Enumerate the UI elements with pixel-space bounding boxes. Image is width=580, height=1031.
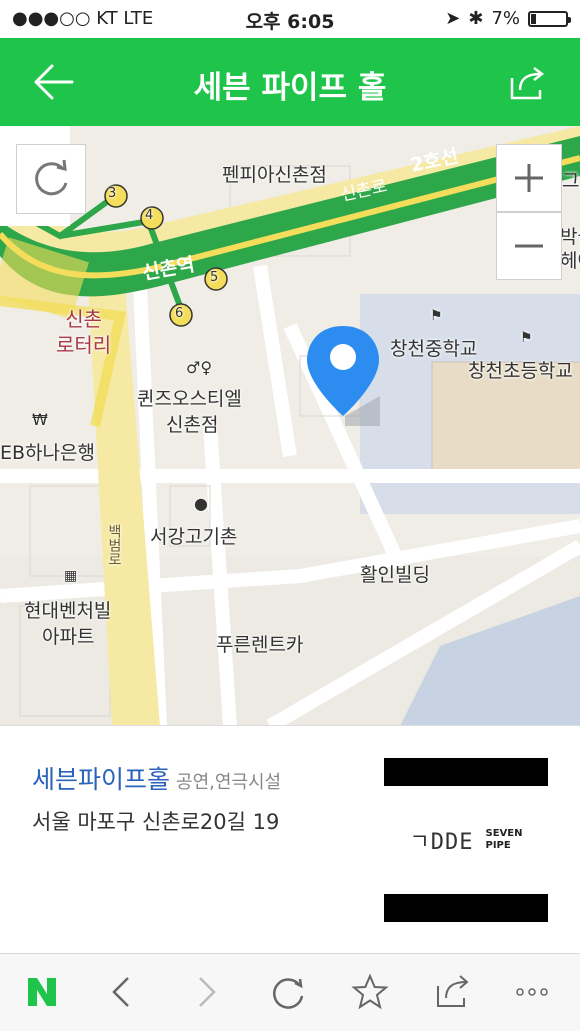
status-right: ➤ ✱ 7% (445, 8, 571, 29)
map-label-edge-2: 박물 (560, 226, 580, 248)
map-label-hwalin: 활인빌딩 (360, 564, 430, 586)
back-icon[interactable] (96, 966, 148, 1018)
location-arrow-icon: ➤ (445, 8, 461, 29)
place-name-line[interactable]: 세븐파이프홀 공연,연극시설 (32, 760, 281, 796)
map-label-hana: EB하나은행 (0, 442, 95, 464)
refresh-icon (35, 159, 68, 196)
map-label-hyundai-apt: 아파트 (42, 626, 95, 648)
map-label-penfia: 펜피아신촌점 (222, 164, 327, 186)
map-label-rotary: 신촌 로터리 (56, 307, 112, 357)
map-label-queens-branch: 신촌점 (166, 414, 219, 436)
map-label-hyundai: 현대벤처빌 (24, 600, 112, 622)
place-name[interactable]: 세븐파이프홀 (32, 765, 170, 794)
reload-icon[interactable] (262, 966, 314, 1018)
refresh-map-button[interactable] (16, 144, 86, 214)
building-icon: ▦ (64, 568, 78, 584)
map-label-seogang: 서강고기촌 (150, 526, 238, 548)
map-label-edge-1: 그 (562, 170, 580, 192)
battery-percent: 7% (491, 8, 520, 29)
exit-5-label: 5 (210, 270, 219, 285)
share-icon[interactable] (502, 60, 552, 104)
exit-3-label: 3 (108, 186, 117, 201)
more-icon[interactable] (506, 966, 558, 1018)
battery-icon (528, 10, 571, 27)
map-label-changcheon-middle: 창천중학교 (390, 338, 478, 360)
app-header: 세븐 파이프 홀 (0, 38, 580, 126)
minus-icon (515, 244, 543, 248)
page-title: 세븐 파이프 홀 (193, 70, 387, 106)
restroom-icon: ♂♀ (186, 358, 213, 377)
place-category: 공연,연극시설 (176, 772, 282, 793)
bluetooth-icon: ✱ (468, 8, 484, 29)
map-label-queens: 퀸즈오스티엘 (137, 388, 242, 410)
bookmark-star-icon[interactable] (344, 966, 396, 1018)
zoom-in-button[interactable] (496, 144, 562, 212)
forward-icon[interactable] (180, 966, 232, 1018)
exit-4-label: 4 (145, 208, 154, 223)
zoom-out-button[interactable] (496, 212, 562, 280)
place-logo: ㄱDDE (409, 830, 474, 855)
status-bar: ●●●○○ KT LTE 오후 6:05 ➤ ✱ 7% (0, 0, 580, 38)
naver-home-icon[interactable] (16, 966, 68, 1018)
school-flag-icon: ⚑ (430, 308, 443, 324)
bottom-toolbar (0, 953, 580, 1031)
restaurant-icon: ● (194, 494, 208, 513)
map-label-pureun: 푸른렌트카 (216, 634, 304, 656)
map-label-edge-3: 헤어 (560, 250, 580, 272)
plus-icon (515, 164, 543, 192)
exit-6-label: 6 (175, 306, 184, 321)
place-thumbnail[interactable]: ㄱDDE SEVEN PIPE (384, 758, 548, 922)
share-toolbar-icon[interactable] (426, 966, 478, 1018)
place-brand: SEVEN PIPE (485, 828, 523, 851)
bank-icon: ₩ (32, 410, 48, 429)
map-view[interactable]: 3 4 5 6 펜피아신촌점 2호선 신촌로 신촌역 신촌 로터리 창천중학교 창… (0, 126, 580, 725)
map-label-changcheon-elem: 창천초등학교 (468, 360, 573, 382)
map-label-baekbeom: 백범로 (106, 524, 122, 566)
place-address: 서울 마포구 신촌로20길 19 (32, 810, 280, 834)
school-flag-icon-2: ⚑ (520, 330, 533, 346)
place-info-card[interactable]: 세븐파이프홀 공연,연극시설 서울 마포구 신촌로20길 19 ㄱDDE SEVE… (0, 725, 580, 954)
